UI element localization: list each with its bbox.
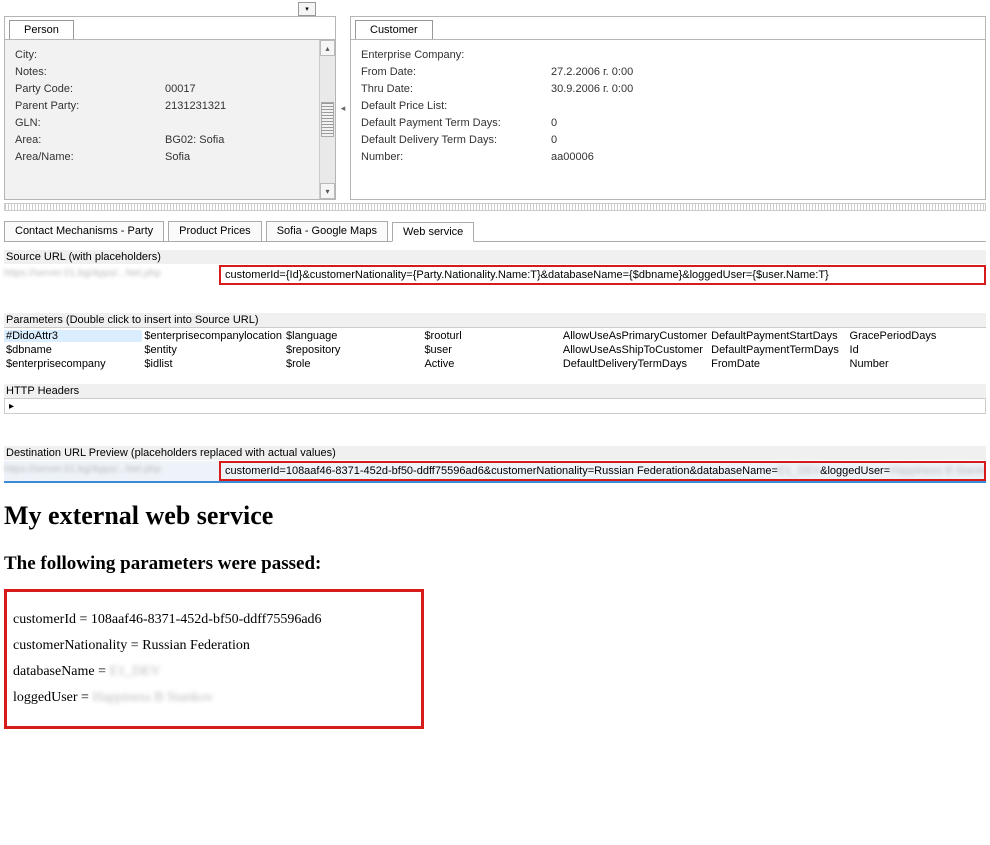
horizontal-splitter[interactable]	[4, 203, 986, 211]
chevron-left-icon: ◂	[341, 103, 346, 114]
param-item[interactable]: Id	[848, 344, 986, 356]
value-fromdate: 27.2.2006 г. 0:00	[551, 66, 633, 78]
value-thrudate: 30.9.2006 г. 0:00	[551, 83, 633, 95]
tab-google-maps[interactable]: Sofia - Google Maps	[266, 221, 388, 241]
source-url-input[interactable]: customerId={Id}&customerNationality={Par…	[219, 265, 986, 285]
param-item[interactable]: Number	[848, 358, 986, 370]
destination-url-prefix: https://server.01.bg/Apps/...Net.php	[4, 462, 219, 480]
param-item[interactable]: DefaultDeliveryTermDays	[561, 358, 709, 370]
value-number: aa00006	[551, 151, 594, 163]
value-deliveryterm: 0	[551, 134, 557, 146]
param-item[interactable]: $rooturl	[422, 330, 560, 342]
tab-person[interactable]: Person	[9, 20, 74, 39]
label-thrudate: Thru Date:	[361, 83, 551, 95]
label-enterprisecompany: Enterprise Company:	[361, 49, 551, 61]
param-item[interactable]: $enterprisecompanylocation	[142, 330, 284, 342]
label-parameters: Parameters (Double click to insert into …	[4, 313, 986, 328]
param-item[interactable]: #DidoAttr3	[4, 330, 142, 342]
param-item[interactable]: AllowUseAsShipToCustomer	[561, 344, 709, 356]
webpage-title: My external web service	[4, 501, 986, 531]
param-item[interactable]: $entity	[142, 344, 284, 356]
tab-web-service[interactable]: Web service	[392, 222, 474, 242]
label-source-url: Source URL (with placeholders)	[4, 250, 986, 264]
person-scrollbar[interactable]: ▴ ▾	[319, 40, 335, 199]
label-deliveryterm: Default Delivery Term Days:	[361, 134, 551, 146]
label-number: Number:	[361, 151, 551, 163]
value-paymentterm: 0	[551, 117, 557, 129]
label-areaname: Area/Name:	[15, 151, 165, 163]
webpage-subtitle: The following parameters were passed:	[4, 553, 986, 575]
label-parentparty: Parent Party:	[15, 100, 165, 112]
label-city: City:	[15, 49, 165, 61]
label-fromdate: From Date:	[361, 66, 551, 78]
value-areaname: Sofia	[165, 151, 190, 163]
param-item[interactable]: $language	[284, 330, 422, 342]
param-item[interactable]: DefaultPaymentStartDays	[709, 330, 847, 342]
param-item[interactable]: $repository	[284, 344, 422, 356]
label-gln: GLN:	[15, 117, 165, 129]
expand-icon: ▸	[9, 401, 14, 412]
dropdown-button[interactable]: ▾	[298, 2, 316, 16]
result-row: databaseName = E1_DEV	[13, 664, 415, 680]
result-row: loggedUser = Happiness B Stankov	[13, 690, 415, 706]
value-partycode: 00017	[165, 83, 196, 95]
label-paymentterm: Default Payment Term Days:	[361, 117, 551, 129]
webpage-preview: My external web service The following pa…	[4, 501, 986, 729]
scroll-down-icon[interactable]: ▾	[320, 183, 335, 199]
result-row: customerId = 108aaf46-8371-452d-bf50-ddf…	[13, 612, 415, 628]
param-item[interactable]: $enterprisecompany	[4, 358, 142, 370]
param-item[interactable]: FromDate	[709, 358, 847, 370]
lower-tab-strip: Contact Mechanisms - Party Product Price…	[4, 221, 986, 242]
customer-panel: Customer Enterprise Company: From Date:2…	[350, 16, 986, 200]
label-pricelist: Default Price List:	[361, 100, 551, 112]
value-parentparty: 2131231321	[165, 100, 226, 112]
vertical-splitter[interactable]: ◂	[340, 16, 346, 200]
person-panel: Person City: Notes: Party Code:00017 Par…	[4, 16, 336, 200]
label-partycode: Party Code:	[15, 83, 165, 95]
label-area: Area:	[15, 134, 165, 146]
param-item[interactable]: DefaultPaymentTermDays	[709, 344, 847, 356]
result-box: customerId = 108aaf46-8371-452d-bf50-ddf…	[4, 589, 424, 729]
param-item[interactable]: $dbname	[4, 344, 142, 356]
scroll-thumb[interactable]	[321, 102, 334, 137]
param-item[interactable]: Active	[422, 358, 560, 370]
param-item[interactable]: GracePeriodDays	[848, 330, 986, 342]
parameters-grid: #DidoAttr3 $dbname $enterprisecompany $e…	[4, 330, 986, 370]
tab-product-prices[interactable]: Product Prices	[168, 221, 262, 241]
param-item[interactable]: $role	[284, 358, 422, 370]
param-item[interactable]: $idlist	[142, 358, 284, 370]
param-item[interactable]: $user	[422, 344, 560, 356]
label-notes: Notes:	[15, 66, 165, 78]
label-destination-url: Destination URL Preview (placeholders re…	[4, 446, 986, 460]
scroll-up-icon[interactable]: ▴	[320, 40, 335, 56]
http-headers-row[interactable]: ▸	[4, 398, 986, 414]
source-url-prefix: https://server.01.bg/Apps/...Net.php	[4, 266, 219, 284]
result-row: customerNationality = Russian Federation	[13, 638, 415, 654]
value-area: BG02: Sofia	[165, 134, 224, 146]
label-http-headers: HTTP Headers	[4, 384, 986, 398]
tab-customer[interactable]: Customer	[355, 20, 433, 39]
tab-contact-mechanisms[interactable]: Contact Mechanisms - Party	[4, 221, 164, 241]
destination-url-value: customerId=108aaf46-8371-452d-bf50-ddff7…	[219, 461, 986, 481]
param-item[interactable]: AllowUseAsPrimaryCustomer	[561, 330, 709, 342]
